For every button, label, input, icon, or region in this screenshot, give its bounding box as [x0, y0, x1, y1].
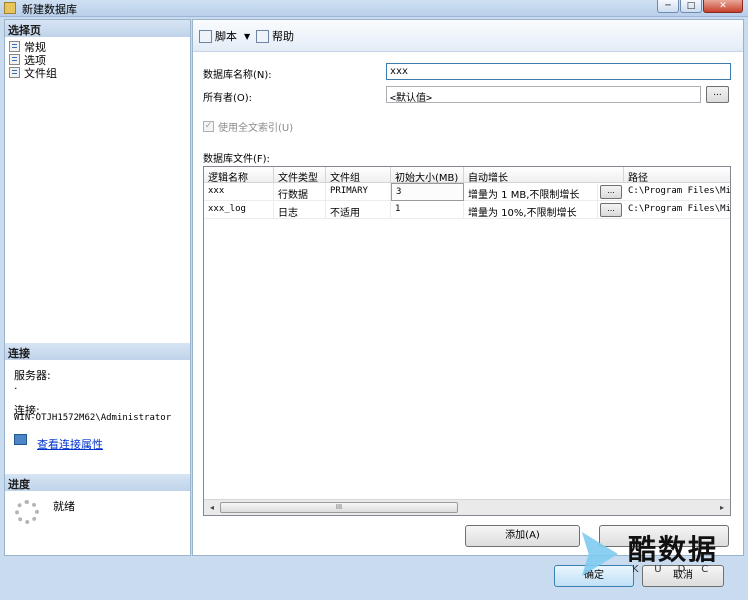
- main-panel: 脚本 ▼ 帮助 数据库名称(N): xxx 所有者(O): <默认值> ... …: [192, 19, 744, 556]
- script-label: 脚本: [215, 30, 237, 43]
- cell-autogrowth[interactable]: 增量为 1 MB,不限制增长: [464, 183, 598, 201]
- cell-path[interactable]: C:\Program Files\Mic: [624, 201, 730, 219]
- help-icon: [256, 29, 269, 43]
- cell-initial-size[interactable]: 1: [391, 201, 464, 219]
- fulltext-label: 使用全文索引(U): [218, 123, 294, 134]
- cell-file-type[interactable]: 行数据: [274, 183, 326, 201]
- minimize-button[interactable]: ─: [657, 0, 679, 13]
- database-files-grid[interactable]: 逻辑名称 文件类型 文件组 初始大小(MB) 自动增长 路径 xxx 行数据 P…: [203, 166, 731, 516]
- title-bar: 新建数据库 ─ □ ✕: [0, 0, 748, 17]
- connection-properties-icon: [14, 434, 27, 445]
- column-header-path[interactable]: 路径: [624, 167, 730, 183]
- page-icon: [9, 41, 20, 52]
- script-button[interactable]: 脚本 ▼: [199, 28, 250, 44]
- column-header-logical-name[interactable]: 逻辑名称: [204, 167, 274, 183]
- cell-filegroup[interactable]: PRIMARY: [326, 183, 391, 201]
- cell-filegroup[interactable]: 不适用: [326, 201, 391, 219]
- scroll-right-icon[interactable]: ▸: [716, 502, 728, 514]
- column-header-autogrowth[interactable]: 自动增长: [464, 167, 624, 183]
- cancel-button[interactable]: 取消: [642, 565, 724, 587]
- column-header-filegroup[interactable]: 文件组: [326, 167, 391, 183]
- horizontal-scrollbar[interactable]: ◂ III ▸: [204, 499, 730, 515]
- progress-header: 进度: [5, 474, 190, 491]
- connection-value: WIN-OTJH1572M62\Administrator: [14, 413, 172, 423]
- db-name-label: 数据库名称(N):: [203, 70, 272, 81]
- help-button[interactable]: 帮助: [256, 28, 294, 44]
- table-row[interactable]: xxx_log 日志 不适用 1 增量为 10%,不限制增长 ... C:\Pr…: [204, 201, 730, 219]
- scroll-thumb[interactable]: III: [220, 502, 458, 513]
- owner-browse-button[interactable]: ...: [706, 86, 729, 103]
- db-name-input[interactable]: xxx: [386, 63, 731, 80]
- db-files-label: 数据库文件(F):: [203, 154, 270, 165]
- grid-header: 逻辑名称 文件类型 文件组 初始大小(MB) 自动增长 路径: [204, 167, 730, 183]
- column-header-initial-size[interactable]: 初始大小(MB): [391, 167, 464, 183]
- autogrowth-browse-button[interactable]: ...: [600, 185, 622, 199]
- toolbar: 脚本 ▼ 帮助: [193, 20, 743, 52]
- autogrowth-browse-button[interactable]: ...: [600, 203, 622, 217]
- cell-file-type[interactable]: 日志: [274, 201, 326, 219]
- page-icon: [9, 67, 20, 78]
- cell-path[interactable]: C:\Program Files\Mic: [624, 183, 730, 201]
- progress-spinner-icon: [15, 500, 39, 524]
- column-header-file-type[interactable]: 文件类型: [274, 167, 326, 183]
- cell-logical-name[interactable]: xxx: [204, 183, 274, 201]
- window-title: 新建数据库: [22, 3, 77, 16]
- maximize-button[interactable]: □: [680, 0, 702, 13]
- chevron-down-icon[interactable]: ▼: [244, 32, 250, 41]
- connection-header: 连接: [5, 343, 190, 360]
- select-page-header: 选择页: [5, 20, 190, 37]
- close-button[interactable]: ✕: [703, 0, 743, 13]
- owner-label: 所有者(O):: [203, 93, 253, 104]
- table-row[interactable]: xxx 行数据 PRIMARY 3 增量为 1 MB,不限制增长 ... C:\…: [204, 183, 730, 201]
- server-value: .: [14, 379, 18, 392]
- fulltext-checkbox-row: ✓ 使用全文索引(U): [203, 119, 293, 134]
- fulltext-checkbox[interactable]: ✓: [203, 121, 214, 132]
- ok-button[interactable]: 确定: [554, 565, 634, 587]
- cell-logical-name[interactable]: xxx_log: [204, 201, 274, 219]
- owner-input[interactable]: <默认值>: [386, 86, 701, 104]
- help-label: 帮助: [272, 30, 294, 43]
- page-item-filegroups[interactable]: 文件组: [9, 66, 57, 80]
- cell-initial-size[interactable]: 3: [391, 183, 464, 201]
- progress-status: 就绪: [53, 500, 75, 513]
- cell-autogrowth[interactable]: 增量为 10%,不限制增长: [464, 201, 598, 219]
- left-panel: 选择页 常规 选项 文件组 连接 服务器: . 连接: WIN-OTJH1572…: [4, 19, 191, 556]
- page-item-label: 文件组: [24, 66, 57, 80]
- page-icon: [9, 54, 20, 65]
- view-connection-properties-link[interactable]: 查看连接属性: [37, 436, 103, 452]
- scroll-left-icon[interactable]: ◂: [206, 502, 218, 514]
- add-button[interactable]: 添加(A): [465, 525, 580, 547]
- remove-button[interactable]: [599, 525, 729, 547]
- server-label: 服务器:: [14, 369, 51, 382]
- database-icon: [4, 2, 16, 14]
- script-icon: [199, 29, 212, 43]
